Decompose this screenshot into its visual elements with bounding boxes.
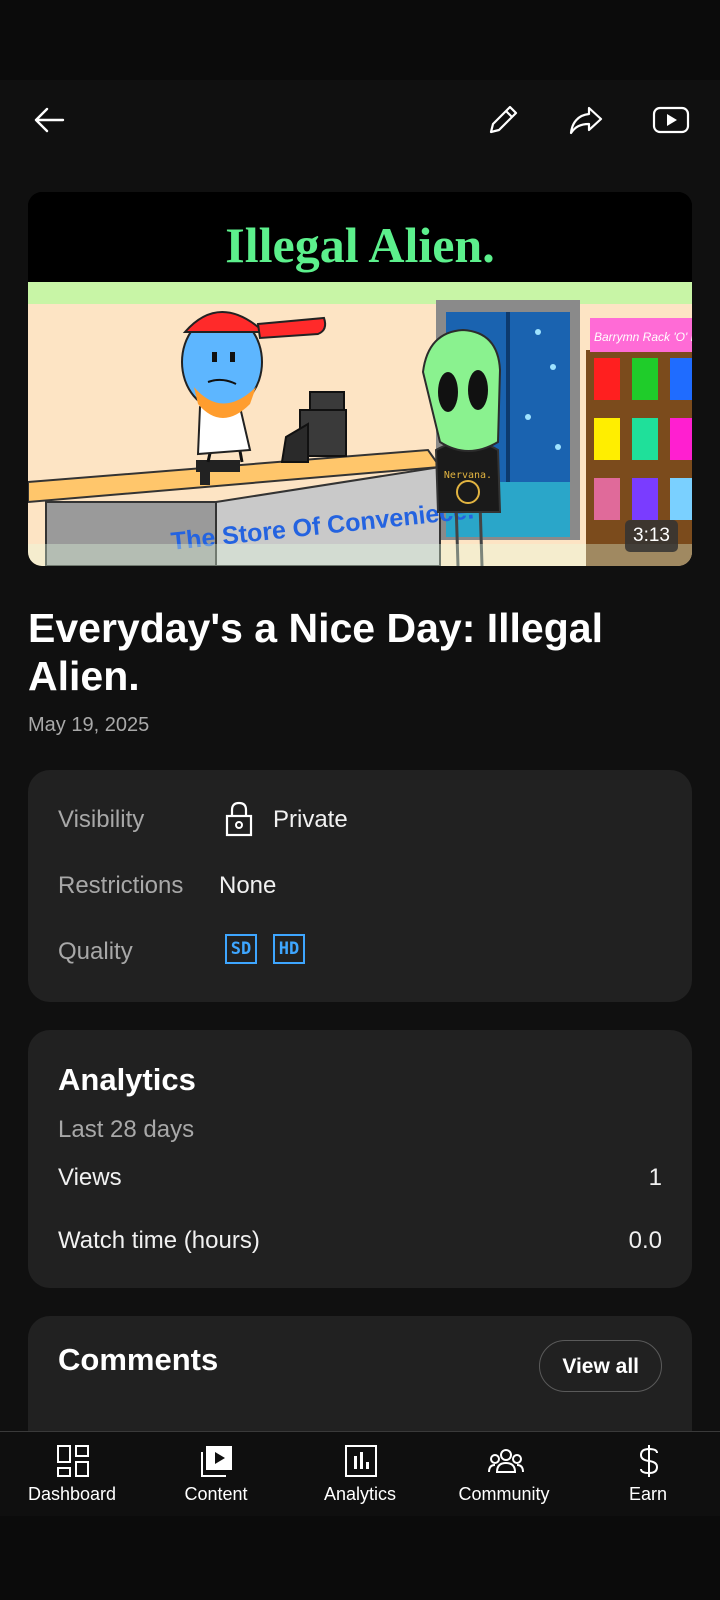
nav-item-dashboard[interactable]: Dashboard [0,1432,144,1516]
pencil-icon [489,105,518,134]
thumbnail-illustration: Illegal Alien. Barrymn Rack 'O' DVDs! Th… [28,192,692,566]
watch-time-value: 0.0 [628,1227,662,1254]
restrictions-value[interactable]: None [219,872,276,900]
nav-label-dashboard: Dashboard [27,1484,117,1504]
watch-time-label: Watch time (hours) [58,1227,260,1254]
video-details-screen: Illegal Alien. Barrymn Rack 'O' DVDs! Th… [0,80,720,1432]
sd-badge: SD [225,934,257,964]
back-arrow-icon [34,107,65,133]
lock-icon [224,800,254,843]
video-title: Everyday's a Nice Day: Illegal Alien. [28,605,603,699]
nav-label-earn: Earn [628,1484,668,1504]
nav-label-analytics: Analytics [323,1484,397,1504]
nav-item-content[interactable]: Content [144,1432,288,1516]
hd-badge: HD [273,934,305,964]
system-gesture-bar [0,1516,720,1600]
watch-on-youtube-button[interactable] [643,92,699,148]
back-button[interactable] [21,92,77,148]
quality-label: Quality [58,938,133,965]
nav-label-community: Community [458,1484,550,1504]
view-all-comments-button[interactable]: View all [539,1340,662,1392]
nav-item-earn[interactable]: Earn [576,1432,720,1516]
visibility-label: Visibility [58,806,145,833]
restrictions-label: Restrictions [58,872,184,899]
top-app-bar [0,80,720,164]
edit-button[interactable] [475,92,531,148]
shirt-text: Nervana. [444,470,492,481]
youtube-icon [652,106,690,134]
share-button[interactable] [558,92,614,148]
views-value: 1 [648,1164,662,1191]
visibility-value[interactable]: Private [273,806,348,834]
video-date: May 19, 2025 [28,714,150,736]
analytics-title: Analytics [58,1062,196,1097]
video-info-card: Visibility Private Restrictions None Qua… [28,770,692,1002]
nav-label-content: Content [184,1484,248,1504]
status-bar [0,0,720,80]
analytics-card[interactable]: Analytics Last 28 days Views 1 Watch tim… [28,1030,692,1288]
dashboard-icon [57,1445,89,1477]
video-thumbnail[interactable]: Illegal Alien. Barrymn Rack 'O' DVDs! Th… [28,192,692,566]
share-icon [569,106,603,135]
comments-card: Comments View all [28,1316,692,1432]
nav-item-analytics[interactable]: Analytics [288,1432,432,1516]
analytics-period: Last 28 days [58,1116,195,1143]
analytics-icon [345,1445,377,1477]
earn-icon [639,1445,659,1477]
shop-sign-text: Barrymn Rack 'O' DVDs! [594,330,692,344]
content-icon [201,1446,232,1477]
nav-item-community[interactable]: Community [432,1432,576,1516]
thumbnail-banner-text: Illegal Alien. [225,217,494,273]
comments-title: Comments [58,1342,219,1377]
video-duration: 3:13 [625,520,678,552]
community-icon [488,1449,524,1473]
bottom-navigation: Dashboard Content Analytics Community Ea… [0,1431,720,1516]
views-label: Views [58,1164,122,1191]
